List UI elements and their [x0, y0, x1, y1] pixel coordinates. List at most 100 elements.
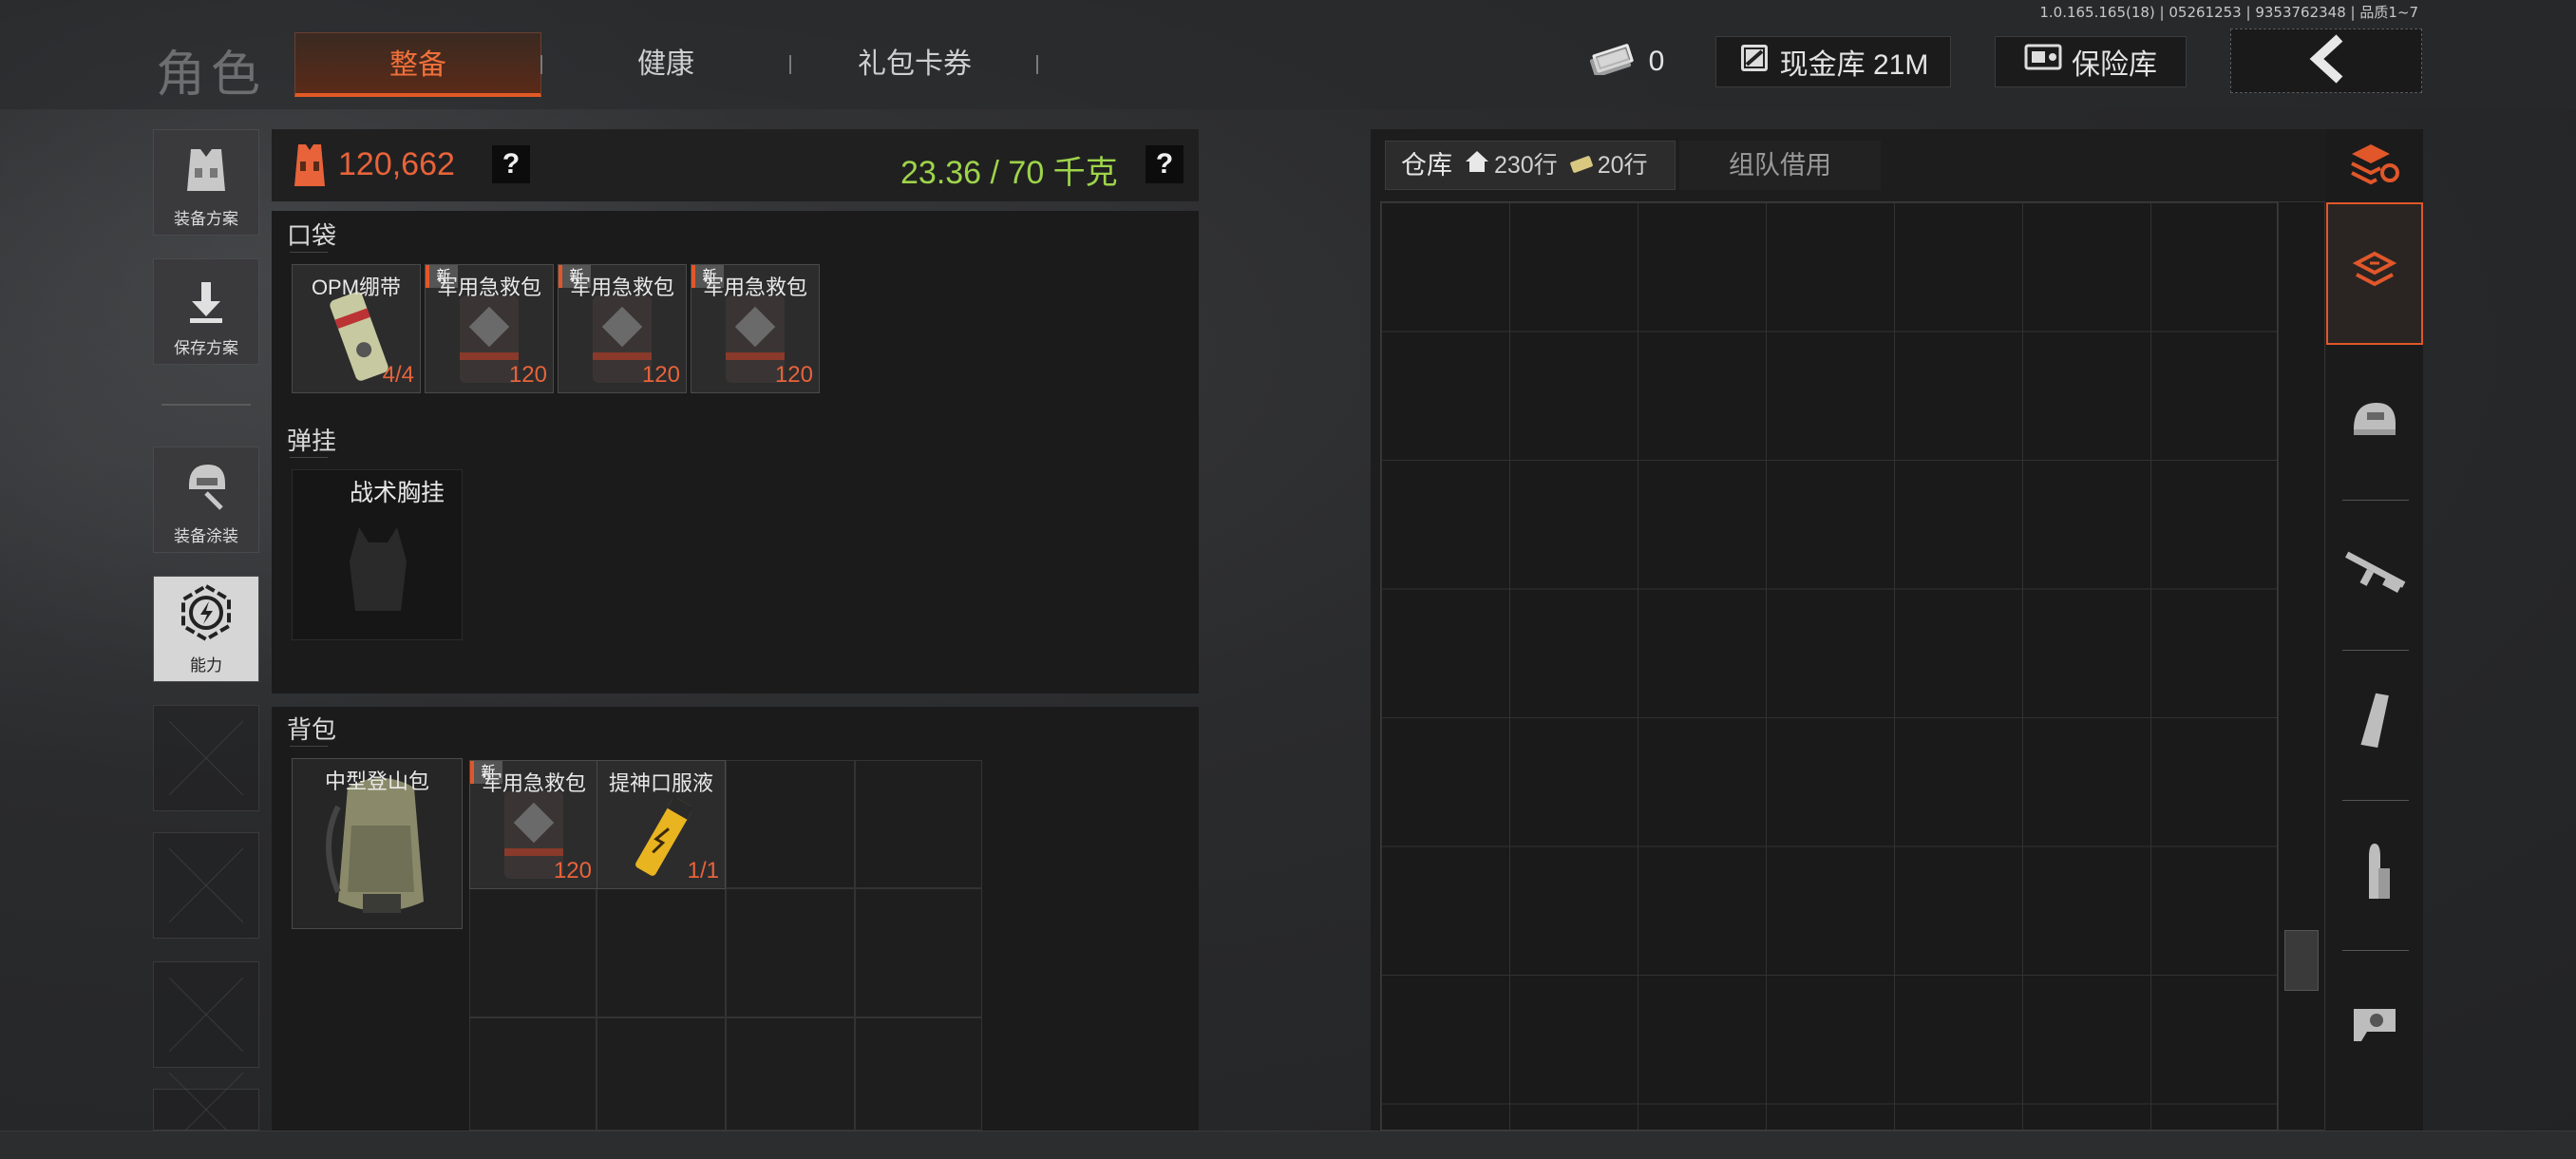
rifle-icon — [2340, 547, 2409, 599]
tab-gift-coupons[interactable]: 礼包卡券 — [790, 32, 1039, 97]
abilities-button[interactable]: 能力 — [153, 576, 259, 682]
backpack-grid-cell[interactable] — [855, 760, 982, 888]
tab-warehouse[interactable]: 仓库 230行 20行 — [1385, 141, 1676, 190]
chest-rig-slot-label: 战术胸挂 — [350, 480, 445, 506]
item-count: 120 — [774, 362, 813, 388]
item-count: 1/1 — [687, 858, 719, 884]
backpack-grid-cell[interactable] — [597, 888, 726, 1017]
category-magazines[interactable] — [2326, 652, 2423, 794]
loadout-preset-button[interactable]: 装备方案 — [153, 129, 259, 236]
empty-sidebar-slot — [153, 1089, 259, 1130]
backpack-grid-cell[interactable] — [726, 888, 855, 1017]
backpack-title: 背包 — [287, 715, 337, 744]
item-name: 军用急救包 — [436, 276, 541, 299]
abilities-label: 能力 — [190, 656, 222, 674]
warehouse-rows: 230行 — [1494, 152, 1558, 179]
ticket-count: 0 — [1648, 46, 1665, 77]
empty-sidebar-slot — [153, 705, 259, 811]
empty-sidebar-slot — [153, 961, 259, 1068]
category-divider — [2342, 800, 2409, 801]
title-underline — [290, 746, 328, 747]
ammo-icon — [2356, 840, 2394, 907]
backpack-grid-cell[interactable] — [597, 1017, 726, 1130]
category-all-items[interactable] — [2326, 202, 2423, 345]
equipment-skin-button[interactable]: 装备涂装 — [153, 446, 259, 553]
ticket-icon — [1569, 141, 1594, 190]
version-info: 1.0.165.165(18) | 05261253 | 9353762348 … — [2039, 4, 2418, 21]
chevron-left-icon — [2307, 33, 2345, 88]
title-underline — [290, 252, 328, 253]
pocket-item-medkit[interactable]: 新 军用急救包 120 — [558, 264, 687, 393]
item-count: 120 — [641, 362, 680, 388]
backpack-grid-cell[interactable] — [855, 888, 982, 1017]
category-weapons[interactable] — [2326, 502, 2423, 644]
sort-button[interactable] — [2326, 129, 2423, 201]
category-divider — [2342, 500, 2409, 501]
item-count: 120 — [508, 362, 547, 388]
loadout-preset-label: 装备方案 — [174, 210, 238, 228]
tab-health[interactable]: 健康 — [541, 32, 790, 97]
category-attachments[interactable] — [2326, 952, 2423, 1094]
ticket-counter[interactable]: 0 — [1577, 36, 1676, 87]
backpack-grid-cell[interactable] — [469, 888, 597, 1017]
title-underline — [290, 457, 328, 458]
safe-vault-button[interactable]: 保险库 — [1995, 36, 2187, 87]
helmet-icon — [2348, 397, 2401, 449]
pocket-item-medkit[interactable]: 新 军用急救包 120 — [691, 264, 820, 393]
warehouse-scrollbar[interactable] — [2278, 201, 2325, 1130]
warehouse-label: 仓库 — [1401, 151, 1452, 180]
scope-icon — [2348, 999, 2401, 1048]
value-help-button[interactable]: ? — [492, 145, 530, 183]
tab-loadout[interactable]: 整备 — [294, 32, 541, 97]
chest-rig-placeholder-icon — [340, 523, 416, 623]
vest-value-icon — [291, 141, 329, 195]
backpack-grid-cell[interactable] — [855, 1017, 982, 1130]
category-divider — [2342, 950, 2409, 951]
sidebar-divider — [161, 404, 251, 406]
category-helmets[interactable] — [2326, 352, 2423, 494]
safe-vault-label: 保险库 — [2072, 49, 2157, 81]
item-name: 提神口服液 — [608, 771, 713, 795]
save-preset-button[interactable]: 保存方案 — [153, 258, 259, 365]
tab-team-borrow[interactable]: 组队借用 — [1679, 141, 1881, 190]
backpack-item-medkit[interactable]: 新 军用急救包 120 — [469, 760, 598, 889]
download-icon — [182, 278, 230, 331]
backpack-item-energy-drink[interactable]: 提神口服液 1/1 — [597, 760, 726, 889]
cash-vault-label: 现金库 21M — [1779, 49, 1929, 81]
backpack-equipped-slot[interactable]: 中型登山包 — [292, 758, 463, 929]
tab-divider — [1036, 55, 1038, 74]
vest-icon — [178, 143, 235, 201]
category-divider — [2342, 650, 2409, 651]
item-name: 军用急救包 — [569, 276, 674, 299]
equipment-skin-label: 装备涂装 — [174, 527, 238, 545]
all-items-icon — [2351, 248, 2398, 300]
backpack-grid-cell[interactable] — [726, 760, 855, 888]
pocket-item-medkit[interactable]: 新 军用急救包 120 — [425, 264, 554, 393]
item-name: 军用急救包 — [702, 276, 807, 299]
cash-vault-button[interactable]: 现金库 21M — [1715, 36, 1951, 87]
cash-vault-icon — [1738, 42, 1771, 82]
scroll-thumb[interactable] — [2284, 930, 2319, 991]
warehouse-grid[interactable] — [1380, 201, 2278, 1130]
ticket-icon — [1588, 41, 1639, 83]
item-count: 120 — [553, 858, 592, 884]
safe-icon — [2024, 44, 2062, 80]
bottom-bar — [0, 1130, 2576, 1159]
category-ammo[interactable] — [2326, 802, 2423, 944]
chest-rig-slot[interactable]: 战术胸挂 — [292, 469, 463, 640]
item-name: 军用急救包 — [481, 771, 586, 795]
weight-help-button[interactable]: ? — [1146, 145, 1184, 183]
page-title: 角色 — [156, 48, 267, 103]
magazine-icon — [2356, 690, 2394, 757]
pocket-item-bandage[interactable]: OPM绷带 4/4 — [292, 264, 421, 393]
home-icon — [1464, 141, 1490, 190]
helmet-paint-icon — [178, 457, 235, 519]
chest-rig-title: 弹挂 — [287, 427, 337, 455]
backpack-grid-cell[interactable] — [726, 1017, 855, 1130]
sort-icon — [2348, 141, 2401, 191]
pockets-title: 口袋 — [287, 221, 337, 250]
extra-rows: 20行 — [1597, 152, 1648, 179]
backpack-grid-cell[interactable] — [469, 1017, 597, 1130]
item-count: 4/4 — [382, 362, 414, 388]
back-button[interactable] — [2230, 28, 2422, 93]
